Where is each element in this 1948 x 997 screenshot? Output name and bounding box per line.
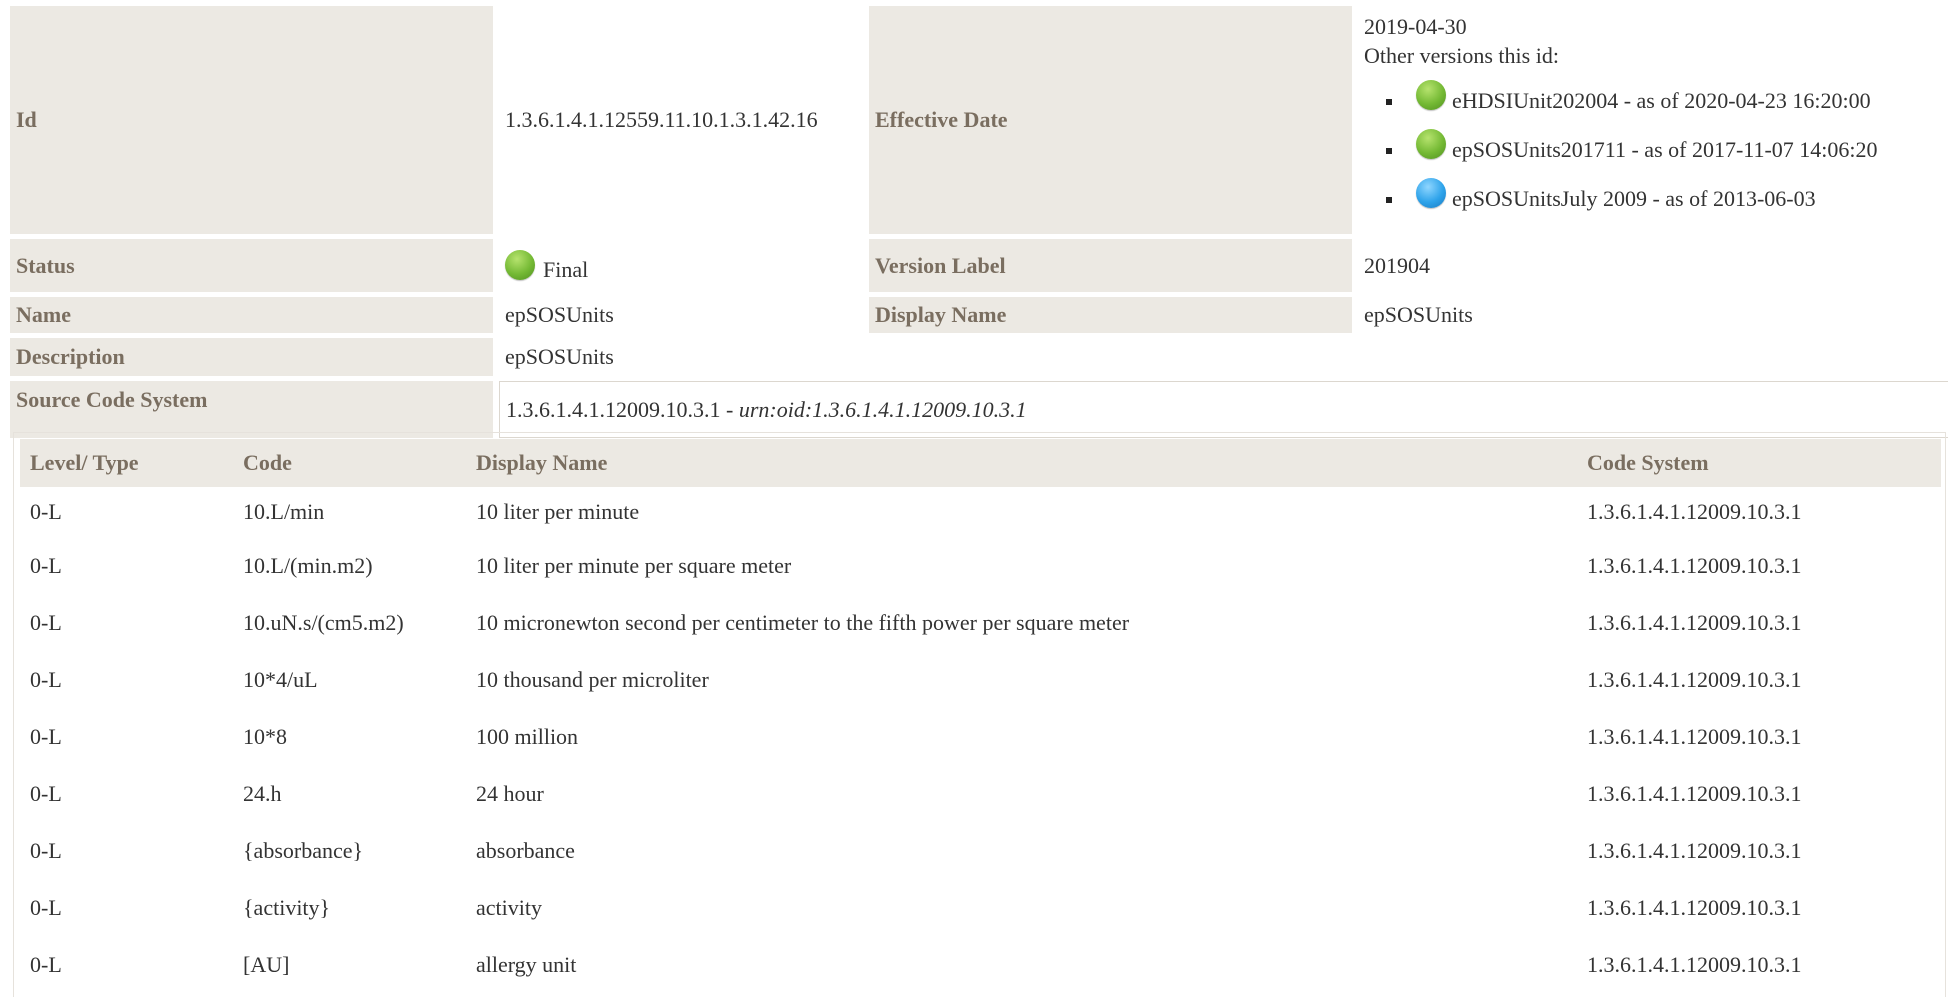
effective-date-label: Effective Date xyxy=(869,6,1352,234)
status-label: Status xyxy=(10,239,493,292)
name-row: Name epSOSUnits Display Name epSOSUnits xyxy=(10,297,1948,333)
display-name-cell: activity xyxy=(476,894,542,920)
id-label: Id xyxy=(10,6,493,234)
name-label: Name xyxy=(10,297,493,333)
code-cell: 10*4/uL xyxy=(243,666,318,692)
effective-date-value: 2019-04-30 xyxy=(1364,14,1467,39)
code-system-cell: 1.3.6.1.4.1.12009.10.3.1 xyxy=(1587,499,1802,524)
code-system-cell: 1.3.6.1.4.1.12009.10.3.1 xyxy=(1587,552,1802,578)
value-set-metadata-table: Id 1.3.6.1.4.1.12559.11.10.1.3.1.42.16 E… xyxy=(4,1,1948,443)
version-label-value: 201904 xyxy=(1364,252,1430,278)
code-system-cell: 1.3.6.1.4.1.12009.10.3.1 xyxy=(1587,723,1802,749)
other-version-link[interactable]: epSOSUnits201711 - as of 2017-11-07 14:0… xyxy=(1452,135,1878,164)
green-status-dot-icon xyxy=(1416,79,1446,110)
level-type-cell: 0-L xyxy=(30,666,62,692)
display-name-cell: absorbance xyxy=(476,837,575,863)
other-versions-list: eHDSIUnit202004 - as of 2020-04-23 16:20… xyxy=(1364,76,1948,223)
code-cell: {activity} xyxy=(243,894,331,920)
id-value: 1.3.6.1.4.1.12559.11.10.1.3.1.42.16 xyxy=(505,107,818,132)
value-set-page: Id 1.3.6.1.4.1.12559.11.10.1.3.1.42.16 E… xyxy=(0,0,1948,997)
display-name-cell: 10 thousand per microliter xyxy=(476,666,709,692)
status-cell: Final xyxy=(499,239,863,292)
table-row: 0-L 10.L/(min.m2) 10 liter per minute pe… xyxy=(20,537,1941,594)
table-row: 0-L {activity} activity 1.3.6.1.4.1.1200… xyxy=(20,879,1941,936)
bullet-icon xyxy=(1386,98,1392,105)
description-value: epSOSUnits xyxy=(505,344,614,369)
concept-list-container: Level/ Type Code Display Name Code Syste… xyxy=(13,432,1946,997)
source-code-system-urn: urn:oid:1.3.6.1.4.1.12009.10.3.1 xyxy=(738,396,1027,422)
code-system-cell: 1.3.6.1.4.1.12009.10.3.1 xyxy=(1587,894,1802,920)
description-label: Description xyxy=(10,338,493,376)
source-code-system-id: 1.3.6.1.4.1.12009.10.3.1 xyxy=(506,396,721,422)
level-type-cell: 0-L xyxy=(30,951,62,977)
level-type-cell: 0-L xyxy=(30,723,62,749)
source-code-system-separator: - xyxy=(720,396,739,422)
display-name-header: Display Name xyxy=(466,439,1577,487)
level-type-cell: 0-L xyxy=(30,552,62,578)
code-cell: 10.uN.s/(cm5.m2) xyxy=(243,609,404,635)
code-system-header: Code System xyxy=(1577,439,1941,487)
display-name-label: Display Name xyxy=(869,297,1352,333)
code-system-cell: 1.3.6.1.4.1.12009.10.3.1 xyxy=(1587,666,1802,692)
code-system-cell: 1.3.6.1.4.1.12009.10.3.1 xyxy=(1587,951,1802,977)
display-name-cell: 10 liter per minute per square meter xyxy=(476,552,792,578)
concept-list-header-row: Level/ Type Code Display Name Code Syste… xyxy=(20,439,1941,487)
level-type-cell: 0-L xyxy=(30,837,62,863)
code-cell: [AU] xyxy=(243,951,290,977)
bullet-icon xyxy=(1386,147,1392,154)
code-system-cell: 1.3.6.1.4.1.12009.10.3.1 xyxy=(1587,609,1802,635)
effective-date-cell: 2019-04-30 Other versions this id: eHDSI… xyxy=(1358,6,1948,234)
level-type-cell: 0-L xyxy=(30,894,62,920)
table-row: 0-L 10.L/min 10 liter per minute 1.3.6.1… xyxy=(20,487,1941,537)
level-type-cell: 0-L xyxy=(30,499,62,524)
code-system-cell: 1.3.6.1.4.1.12009.10.3.1 xyxy=(1587,837,1802,863)
table-row: 0-L {absorbance} absorbance 1.3.6.1.4.1.… xyxy=(20,822,1941,879)
table-row: 0-L 24.h 24 hour 1.3.6.1.4.1.12009.10.3.… xyxy=(20,765,1941,822)
table-row: 0-L 10*4/uL 10 thousand per microliter 1… xyxy=(20,651,1941,708)
display-name-cell: 10 liter per minute xyxy=(476,499,640,524)
code-system-cell: 1.3.6.1.4.1.12009.10.3.1 xyxy=(1587,780,1802,806)
level-type-cell: 0-L xyxy=(30,780,62,806)
status-value: Final xyxy=(543,256,589,282)
other-version-item[interactable]: epSOSUnits201711 - as of 2017-11-07 14:0… xyxy=(1386,125,1948,174)
source-code-system-label: Source Code System xyxy=(10,381,493,438)
table-row: 0-L [AU] allergy unit 1.3.6.1.4.1.12009.… xyxy=(20,936,1941,993)
table-row: 0-L 10*8 100 million 1.3.6.1.4.1.12009.1… xyxy=(20,708,1941,765)
code-header: Code xyxy=(233,439,466,487)
source-code-system-row: Source Code System 1.3.6.1.4.1.12009.10.… xyxy=(10,381,1948,438)
other-version-item[interactable]: epSOSUnitsJuly 2009 - as of 2013-06-03 xyxy=(1386,174,1948,223)
source-code-system-value: 1.3.6.1.4.1.12009.10.3.1 - urn:oid:1.3.6… xyxy=(499,381,1948,438)
display-name-cell: allergy unit xyxy=(476,951,577,977)
display-name-cell: 24 hour xyxy=(476,780,544,806)
table-row: 0-L 10.uN.s/(cm5.m2) 10 micronewton seco… xyxy=(20,594,1941,651)
other-version-link[interactable]: eHDSIUnit202004 - as of 2020-04-23 16:20… xyxy=(1452,86,1871,115)
bullet-icon xyxy=(1386,196,1392,203)
level-type-cell: 0-L xyxy=(30,609,62,635)
code-cell: 24.h xyxy=(243,780,282,806)
code-cell: 10*8 xyxy=(243,723,287,749)
code-cell: {absorbance} xyxy=(243,837,364,863)
code-cell: 10.L/(min.m2) xyxy=(243,552,373,578)
other-version-link[interactable]: epSOSUnitsJuly 2009 - as of 2013-06-03 xyxy=(1452,184,1816,213)
green-status-dot-icon xyxy=(1416,128,1446,159)
status-row: Status Final Version Label 201904 xyxy=(10,239,1948,292)
other-version-item[interactable]: eHDSIUnit202004 - as of 2020-04-23 16:20… xyxy=(1386,76,1948,125)
concept-list-table: Level/ Type Code Display Name Code Syste… xyxy=(20,439,1941,993)
green-status-dot-icon xyxy=(505,249,535,280)
description-row: Description epSOSUnits xyxy=(10,338,1948,376)
other-versions-label: Other versions this id: xyxy=(1364,43,1559,68)
display-name-cell: 100 million xyxy=(476,723,579,749)
code-cell: 10.L/min xyxy=(243,499,325,524)
display-name-cell: 10 micronewton second per centimeter to … xyxy=(476,609,1130,635)
id-row: Id 1.3.6.1.4.1.12559.11.10.1.3.1.42.16 E… xyxy=(10,6,1948,234)
name-value: epSOSUnits xyxy=(505,302,614,327)
display-name-value: epSOSUnits xyxy=(1364,302,1473,327)
blue-status-dot-icon xyxy=(1416,177,1446,208)
version-label-label: Version Label xyxy=(869,239,1352,292)
level-type-header: Level/ Type xyxy=(20,439,233,487)
